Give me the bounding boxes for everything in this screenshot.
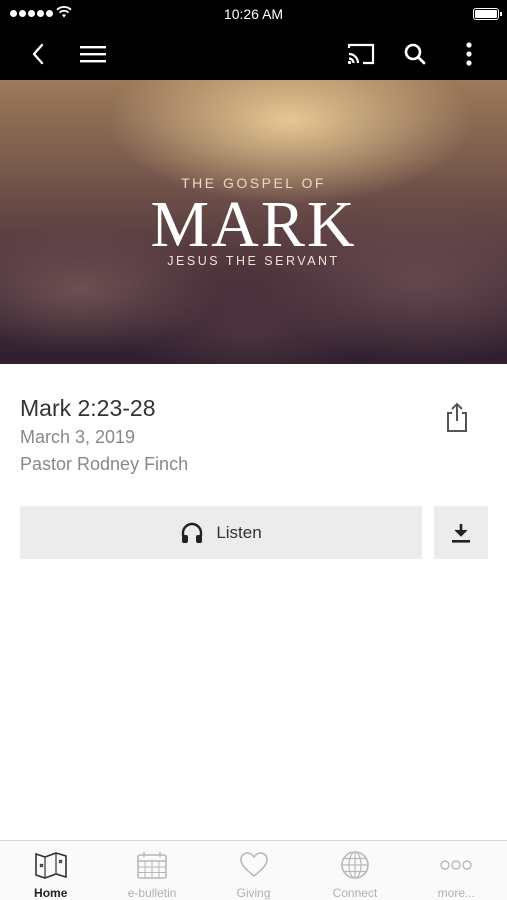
cast-icon [347, 43, 375, 65]
back-button[interactable] [20, 36, 56, 72]
globe-icon [341, 850, 369, 879]
headphones-icon [182, 522, 203, 543]
tab-more-label: more... [437, 886, 475, 900]
sermon-speaker: Pastor Rodney Finch [20, 454, 189, 474]
search-icon [404, 43, 426, 65]
sermon-date: March 3, 2019 [20, 427, 136, 447]
map-icon [34, 851, 67, 879]
listen-button[interactable]: Listen [20, 506, 422, 559]
search-button[interactable] [397, 36, 433, 72]
back-icon [32, 43, 44, 65]
series-title: MARK [150, 188, 357, 261]
battery-icon [473, 8, 502, 20]
tab-giving[interactable]: Giving [203, 841, 304, 900]
status-time: 10:26 AM [223, 6, 284, 22]
tab-home[interactable]: Home [0, 841, 101, 900]
tab-giving-label: Giving [236, 886, 271, 900]
tab-e-bulletin[interactable]: e-bulletin [101, 841, 202, 900]
tab-more[interactable]: more... [406, 841, 507, 900]
more-options-button[interactable] [451, 36, 487, 72]
sermon-series-artwork: THE GOSPEL OF MARK JESUS THE SERVANT [0, 80, 507, 364]
listen-label: Listen [216, 522, 262, 542]
download-icon [452, 523, 470, 543]
tab-home-label: Home [34, 886, 68, 900]
heart-icon [239, 851, 268, 877]
tab-e-bulletin-label: e-bulletin [127, 886, 177, 900]
series-subtitle: JESUS THE SERVANT [167, 254, 340, 268]
sermon-passage: Mark 2:23-28 [20, 395, 156, 421]
tab-connect[interactable]: Connect [304, 841, 405, 900]
menu-icon [80, 46, 106, 63]
sermon-info: Mark 2:23-28 March 3, 2019 Pastor Rodney… [20, 394, 188, 476]
more-vertical-icon [466, 42, 472, 66]
app-bar [0, 28, 507, 80]
share-button[interactable] [440, 398, 474, 436]
tab-connect-label: Connect [332, 886, 378, 900]
more-horizontal-icon [440, 859, 473, 870]
cast-button[interactable] [343, 36, 379, 72]
calendar-icon [137, 851, 167, 879]
download-button[interactable] [434, 506, 488, 559]
menu-button[interactable] [75, 36, 111, 72]
status-bar: 10:26 AM [0, 0, 507, 28]
share-icon [447, 402, 467, 432]
bottom-tab-bar: Home e-bulletin Giving Connect more... [0, 840, 507, 900]
